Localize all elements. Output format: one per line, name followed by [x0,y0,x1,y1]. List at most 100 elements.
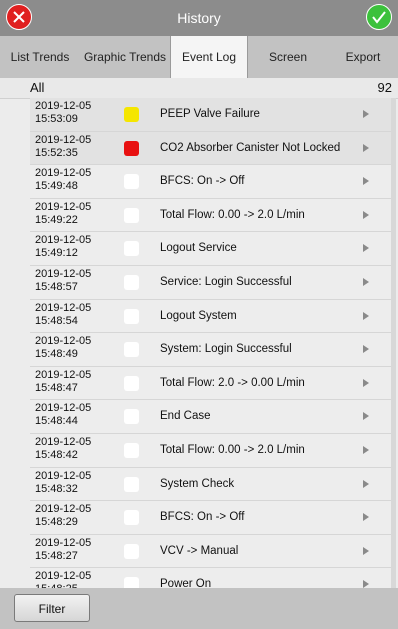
event-date: 2019-12-05 [35,536,92,549]
chevron-right-icon[interactable] [363,244,369,253]
severity-indicator [124,442,139,458]
event-time: 15:52:35 [35,146,78,159]
event-time: 15:48:42 [35,448,78,461]
chevron-right-icon[interactable] [363,412,369,421]
event-date: 2019-12-05 [35,335,92,348]
event-date: 2019-12-05 [35,234,92,247]
event-row[interactable]: 2019-12-05 15:48:54 Logout System [30,299,391,334]
event-date: 2019-12-05 [35,570,92,583]
event-time: 15:49:12 [35,247,78,260]
event-timestamp: 2019-12-05 15:48:57 [35,268,91,294]
event-row[interactable]: 2019-12-05 15:53:09 PEEP Valve Failure [30,98,391,132]
event-row[interactable]: 2019-12-05 15:48:29 BFCS: On -> Off [30,501,391,535]
severity-indicator [124,107,139,122]
event-message: VCV -> Manual [160,544,239,557]
event-row[interactable]: 2019-12-05 15:49:48 BFCS: On -> Off [30,165,391,199]
event-row[interactable]: 2019-12-05 15:49:22 Total Flow: 0.00 -> 2.… [30,198,391,233]
event-count: 92 [377,80,392,95]
tab-graphic-trends[interactable]: Graphic Trends [80,36,170,78]
event-time: 15:48:27 [35,549,78,562]
event-message: Total Flow: 2.0 -> 0.00 L/min [160,376,305,389]
severity-indicator [124,543,139,559]
event-row[interactable]: 2019-12-05 15:49:12 Logout Service [30,232,391,266]
event-message: PEEP Valve Failure [160,108,260,120]
severity-indicator [124,274,139,290]
severity-indicator [124,207,139,223]
severity-indicator [124,342,139,358]
event-date: 2019-12-05 [35,435,92,448]
chevron-right-icon[interactable] [363,513,369,522]
event-date: 2019-12-05 [35,503,92,516]
event-date: 2019-12-05 [35,200,92,213]
event-message: Logout Service [160,242,237,255]
severity-indicator [124,241,139,257]
event-row[interactable]: 2019-12-05 15:48:57 Service: Login Success… [30,265,391,300]
event-date: 2019-12-05 [35,133,92,146]
event-date: 2019-12-05 [35,301,92,314]
event-timestamp: 2019-12-05 15:48:42 [35,436,91,462]
title-bar: History [0,0,398,36]
tab-event-log[interactable]: Event Log [170,36,248,78]
event-message: Total Flow: 0.00 -> 2.0 L/min [160,443,305,456]
event-message: System Check [160,477,235,490]
event-timestamp: 2019-12-05 15:48:27 [35,537,91,563]
filter-button[interactable]: Filter [14,594,90,622]
chevron-right-icon[interactable] [363,546,369,555]
severity-indicator [124,308,139,324]
filter-summary: All 92 [0,78,398,99]
event-message: Service: Login Successful [160,275,292,288]
event-date: 2019-12-05 [35,469,92,482]
footer-bar: Filter [0,588,398,629]
chevron-right-icon[interactable] [363,143,369,152]
chevron-right-icon[interactable] [363,479,369,488]
event-row[interactable]: 2019-12-05 15:48:42 Total Flow: 0.00 -> 2.… [30,433,391,468]
window-title: History [177,10,221,26]
event-time: 15:49:22 [35,213,78,226]
chevron-right-icon[interactable] [363,445,369,454]
severity-indicator [124,476,139,492]
event-message: Logout System [160,309,237,322]
event-time: 15:48:29 [35,516,78,529]
event-row[interactable]: 2019-12-05 15:52:35 CO2 Absorber Canister … [30,131,391,166]
tab-export[interactable]: Export [328,36,398,78]
event-timestamp: 2019-12-05 15:53:09 [35,100,91,126]
event-date: 2019-12-05 [35,402,92,415]
event-time: 15:48:47 [35,381,78,394]
chevron-right-icon[interactable] [363,277,369,286]
event-timestamp: 2019-12-05 15:48:29 [35,503,91,529]
event-time: 15:48:32 [35,482,78,495]
event-row[interactable]: 2019-12-05 15:48:32 System Check [30,467,391,502]
event-time: 15:49:48 [35,180,78,193]
chevron-right-icon[interactable] [363,345,369,354]
chevron-right-icon[interactable] [363,177,369,186]
event-timestamp: 2019-12-05 15:49:48 [35,167,91,193]
tab-screen[interactable]: Screen [248,36,328,78]
event-date: 2019-12-05 [35,267,92,280]
event-timestamp: 2019-12-05 15:48:32 [35,470,91,496]
event-message: Total Flow: 0.00 -> 2.0 L/min [160,208,305,221]
event-row[interactable]: 2019-12-05 15:48:47 Total Flow: 2.0 -> 0.0… [30,366,391,401]
tab-list-trends[interactable]: List Trends [0,36,80,78]
event-row[interactable]: 2019-12-05 15:48:27 VCV -> Manual [30,534,391,569]
event-timestamp: 2019-12-05 15:48:44 [35,402,91,428]
event-message: BFCS: On -> Off [160,175,245,188]
chevron-right-icon[interactable] [363,378,369,387]
chevron-right-icon[interactable] [363,110,369,118]
severity-indicator [124,375,139,391]
confirm-button[interactable] [366,4,392,30]
event-date: 2019-12-05 [35,167,92,180]
event-row[interactable]: 2019-12-05 15:48:44 End Case [30,400,391,434]
tab-bar: List Trends Graphic Trends Event Log Scr… [0,36,398,78]
event-timestamp: 2019-12-05 15:49:22 [35,201,91,227]
event-message: CO2 Absorber Canister Not Locked [160,141,341,154]
event-message: System: Login Successful [160,343,292,356]
scrollbar[interactable] [391,98,396,588]
chevron-right-icon[interactable] [363,311,369,320]
event-timestamp: 2019-12-05 15:52:35 [35,134,91,160]
severity-indicator [124,174,139,190]
event-row[interactable]: 2019-12-05 15:48:49 System: Login Successf… [30,333,391,367]
event-message: End Case [160,410,211,423]
event-list: 2019-12-05 15:53:09 PEEP Valve Failure 2019… [30,98,391,602]
event-date: 2019-12-05 [35,368,92,381]
chevron-right-icon[interactable] [363,210,369,219]
